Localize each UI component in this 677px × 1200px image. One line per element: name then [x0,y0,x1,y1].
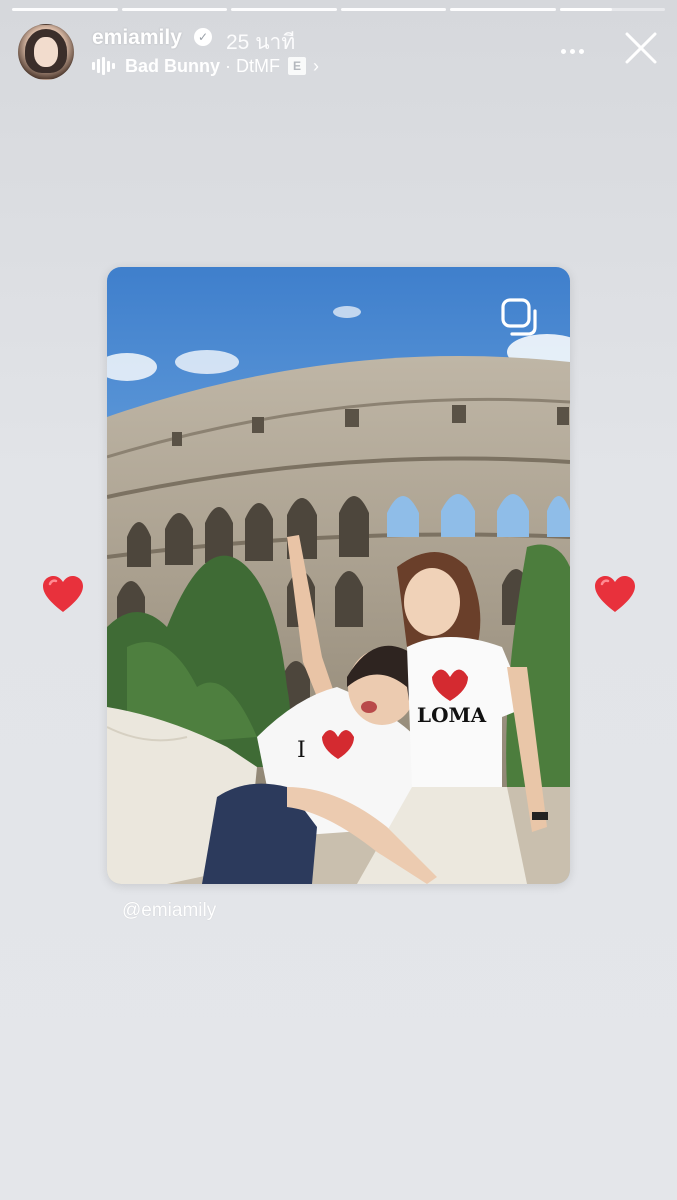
close-button[interactable] [621,28,661,68]
music-artist: Bad Bunny [125,55,221,76]
carousel-icon [500,297,540,337]
progress-segment-current [559,8,665,11]
progress-segment [450,8,556,11]
heart-emoji-icon [594,575,636,615]
close-icon [625,32,657,64]
more-options-button[interactable] [555,38,589,64]
avatar[interactable] [18,24,74,80]
music-attribution[interactable]: Bad Bunny · DtMF E › [92,55,319,77]
heart-emoji-icon [42,575,84,615]
story-progress [12,8,665,11]
progress-segment [231,8,337,11]
music-title: DtMF [236,55,281,76]
explicit-badge: E [288,57,307,75]
story-header: emiamily ✓ 25 นาที Bad Bunny · DtMF E › [18,24,661,80]
progress-segment [340,8,446,11]
mention-link[interactable]: @emiamily [122,900,216,922]
progress-segment [12,8,118,11]
audio-wave-icon [92,57,115,75]
svg-text:I: I [297,738,306,763]
chevron-right-icon: › [313,55,320,76]
shared-post-image[interactable]: I LOMA [107,267,570,884]
svg-text:LOMA: LOMA [417,703,487,727]
music-separator: · [225,55,232,76]
story-viewer[interactable]: emiamily ✓ 25 นาที Bad Bunny · DtMF E › [0,0,677,1200]
username[interactable]: emiamily [92,26,182,50]
progress-segment [121,8,227,11]
verified-badge-icon: ✓ [194,28,212,46]
